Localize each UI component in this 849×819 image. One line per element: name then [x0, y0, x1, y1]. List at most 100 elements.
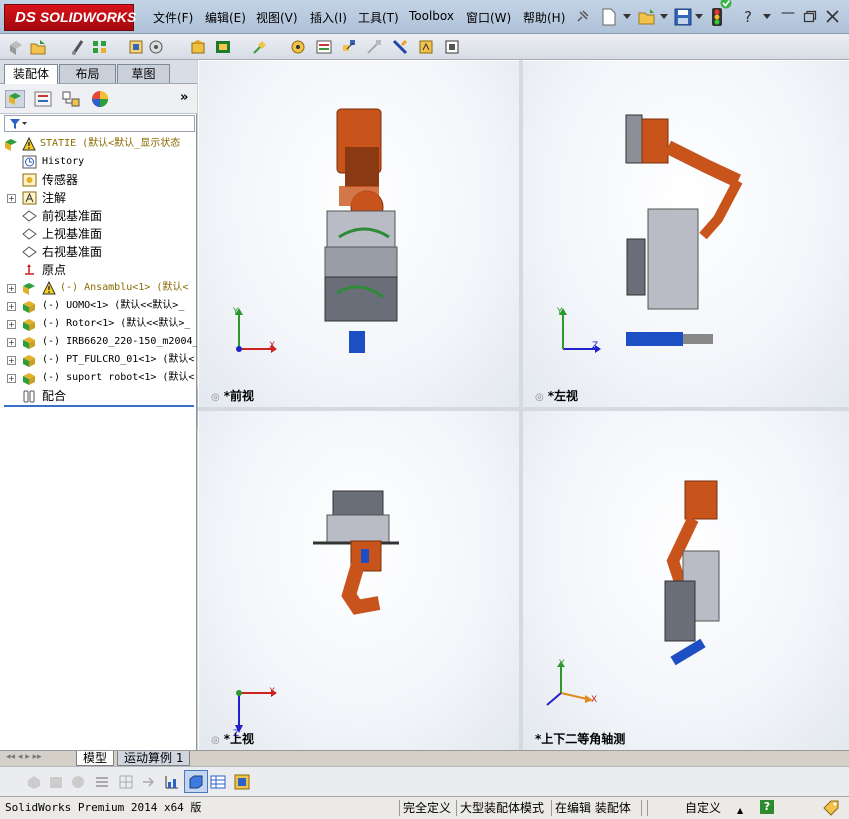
tab-model[interactable]: 模型	[76, 751, 115, 766]
viewport-front[interactable]: X Y ◎ *前视	[199, 61, 519, 407]
solidworks-logo[interactable]: DS SOLIDWORKS	[4, 4, 136, 31]
status-bar: SolidWorks Premium 2014 x64 版 完全定义 大型装配体…	[0, 796, 849, 819]
tree-item[interactable]: + (-) suport robot<1> (默认<	[0, 369, 197, 387]
show-hidden-icon[interactable]	[190, 39, 206, 55]
link-views-icon[interactable]: ◎	[535, 392, 544, 403]
chevron-down-icon[interactable]	[763, 14, 771, 20]
tag-icon[interactable]	[822, 800, 840, 816]
new-document-icon[interactable]	[600, 7, 618, 27]
bar-chart-icon[interactable]	[164, 774, 180, 790]
tree-item[interactable]: 上视基准面	[0, 225, 197, 243]
explode-line-sketch-icon[interactable]	[366, 39, 382, 55]
chevron-down-icon[interactable]	[695, 14, 703, 20]
expand-panel-icon[interactable]: »	[180, 90, 188, 105]
filter-icon[interactable]	[9, 118, 29, 130]
bill-of-materials-icon[interactable]	[316, 39, 332, 55]
tab-motion-study[interactable]: 运动算例 1	[117, 751, 191, 766]
tree-item[interactable]: STATIE (默认<默认_显示状态	[0, 135, 197, 153]
expand-toggle-icon[interactable]: +	[7, 338, 16, 347]
tab-scroll-arrows-icon[interactable]: ◂◂ ◂ ▸ ▸▸	[6, 752, 42, 762]
expand-toggle-icon[interactable]: +	[7, 374, 16, 383]
exploded-view-icon[interactable]	[341, 39, 357, 55]
menu-insert[interactable]: 插入(I)	[310, 9, 347, 26]
tree-item[interactable]: + (-) UOMO<1> (默认<<默认>_	[0, 297, 197, 315]
units-up-arrow-icon[interactable]: ▲	[737, 803, 743, 819]
menu-edit[interactable]: 编辑(E)	[205, 9, 246, 26]
ghost-list-icon[interactable]	[94, 774, 110, 790]
table-view-icon[interactable]	[210, 774, 226, 790]
shaded-box-icon[interactable]	[188, 774, 204, 790]
display-manager-icon[interactable]	[90, 90, 110, 108]
help-question-icon[interactable]: ?	[744, 8, 752, 26]
chevron-down-icon[interactable]	[623, 14, 631, 20]
close-icon[interactable]	[826, 10, 839, 23]
menu-file[interactable]: 文件(F)	[153, 9, 193, 26]
expand-toggle-icon[interactable]: +	[7, 194, 16, 203]
new-motion-study-icon[interactable]	[290, 39, 306, 55]
menu-help[interactable]: 帮助(H)	[523, 9, 565, 26]
viewport-top[interactable]: X Z ◎ *上视	[199, 411, 519, 750]
axis-x-label: X	[591, 695, 598, 705]
menu-view[interactable]: 视图(V)	[256, 9, 298, 26]
ghost-box-icon[interactable]	[48, 774, 64, 790]
viewport-dimetric[interactable]: X Y *上下二等角轴测	[523, 411, 849, 750]
ghost-grid-icon[interactable]	[118, 774, 134, 790]
quick-tips-help-icon[interactable]: ?	[760, 800, 774, 814]
reference-geometry-icon[interactable]	[252, 39, 268, 55]
rollback-bar[interactable]	[4, 405, 194, 407]
chevron-down-icon[interactable]	[660, 14, 668, 20]
menu-toolbox[interactable]: Toolbox	[409, 9, 454, 23]
expand-toggle-icon[interactable]: +	[7, 284, 16, 293]
restore-icon[interactable]	[803, 10, 817, 23]
tree-item[interactable]: + 注解	[0, 189, 197, 207]
display-pane-icon[interactable]	[234, 774, 250, 790]
open-folder-icon[interactable]	[638, 8, 656, 26]
tab-sketch[interactable]: 草图	[117, 64, 170, 83]
configuration-manager-icon[interactable]	[61, 90, 81, 108]
tree-item[interactable]: 右视基准面	[0, 243, 197, 261]
instant3d-icon[interactable]	[418, 39, 434, 55]
horizontal-splitter[interactable]	[198, 407, 849, 411]
linear-pattern-icon[interactable]	[92, 39, 108, 55]
expand-toggle-icon[interactable]: +	[7, 356, 16, 365]
snapshot-icon[interactable]	[444, 39, 460, 55]
mate-icon[interactable]	[70, 39, 86, 55]
expand-toggle-icon[interactable]: +	[7, 302, 16, 311]
property-manager-icon[interactable]	[33, 90, 53, 108]
ghost-arrow-icon[interactable]	[140, 774, 156, 790]
tree-item[interactable]: + (-) Rotor<1> (默认<<默认>_	[0, 315, 197, 333]
tree-item[interactable]: 传感器	[0, 171, 197, 189]
assembly-tool-icon[interactable]	[8, 39, 24, 55]
tree-item[interactable]: + (-) IRB6620_220-150_m2004_	[0, 333, 197, 351]
tree-item[interactable]: 原点	[0, 261, 197, 279]
tree-item[interactable]: 前视基准面	[0, 207, 197, 225]
minimize-icon[interactable]: —	[781, 5, 795, 21]
feature-manager-icon[interactable]	[5, 90, 25, 108]
viewport-left[interactable]: Z Y ◎ *左视	[523, 61, 849, 407]
vertical-splitter[interactable]	[519, 60, 523, 750]
tree-item[interactable]: + (-) Ansamblu<1> (默认<	[0, 279, 197, 297]
tree-item[interactable]: 配合	[0, 387, 197, 405]
graphics-area[interactable]: — X Y ◎*前视	[198, 60, 849, 750]
assembly-features-icon[interactable]	[215, 39, 231, 55]
pin-icon[interactable]	[574, 9, 590, 25]
menu-window[interactable]: 窗口(W)	[466, 9, 511, 26]
link-views-icon[interactable]: ◎	[211, 392, 220, 403]
rebuild-traffic-light-icon[interactable]	[710, 7, 724, 27]
units-selector[interactable]: 自定义	[685, 800, 721, 816]
link-views-icon[interactable]: ◎	[211, 735, 220, 746]
smart-fasteners-icon[interactable]	[128, 39, 144, 55]
tree-item[interactable]: + (-) PT_FULCRO_01<1> (默认<	[0, 351, 197, 369]
ghost-part-icon[interactable]	[26, 774, 42, 790]
interference-detection-icon[interactable]	[392, 39, 408, 55]
ghost-gear-icon[interactable]	[70, 774, 86, 790]
expand-toggle-icon[interactable]: +	[7, 320, 16, 329]
tab-assembly[interactable]: 装配体	[4, 64, 58, 84]
save-icon[interactable]	[674, 8, 692, 26]
insert-component-icon[interactable]	[30, 39, 46, 55]
tree-filter[interactable]	[4, 115, 195, 132]
move-component-icon[interactable]	[148, 39, 164, 55]
tree-item[interactable]: History	[0, 153, 197, 171]
tab-layout[interactable]: 布局	[59, 64, 116, 83]
menu-tools[interactable]: 工具(T)	[358, 9, 399, 26]
